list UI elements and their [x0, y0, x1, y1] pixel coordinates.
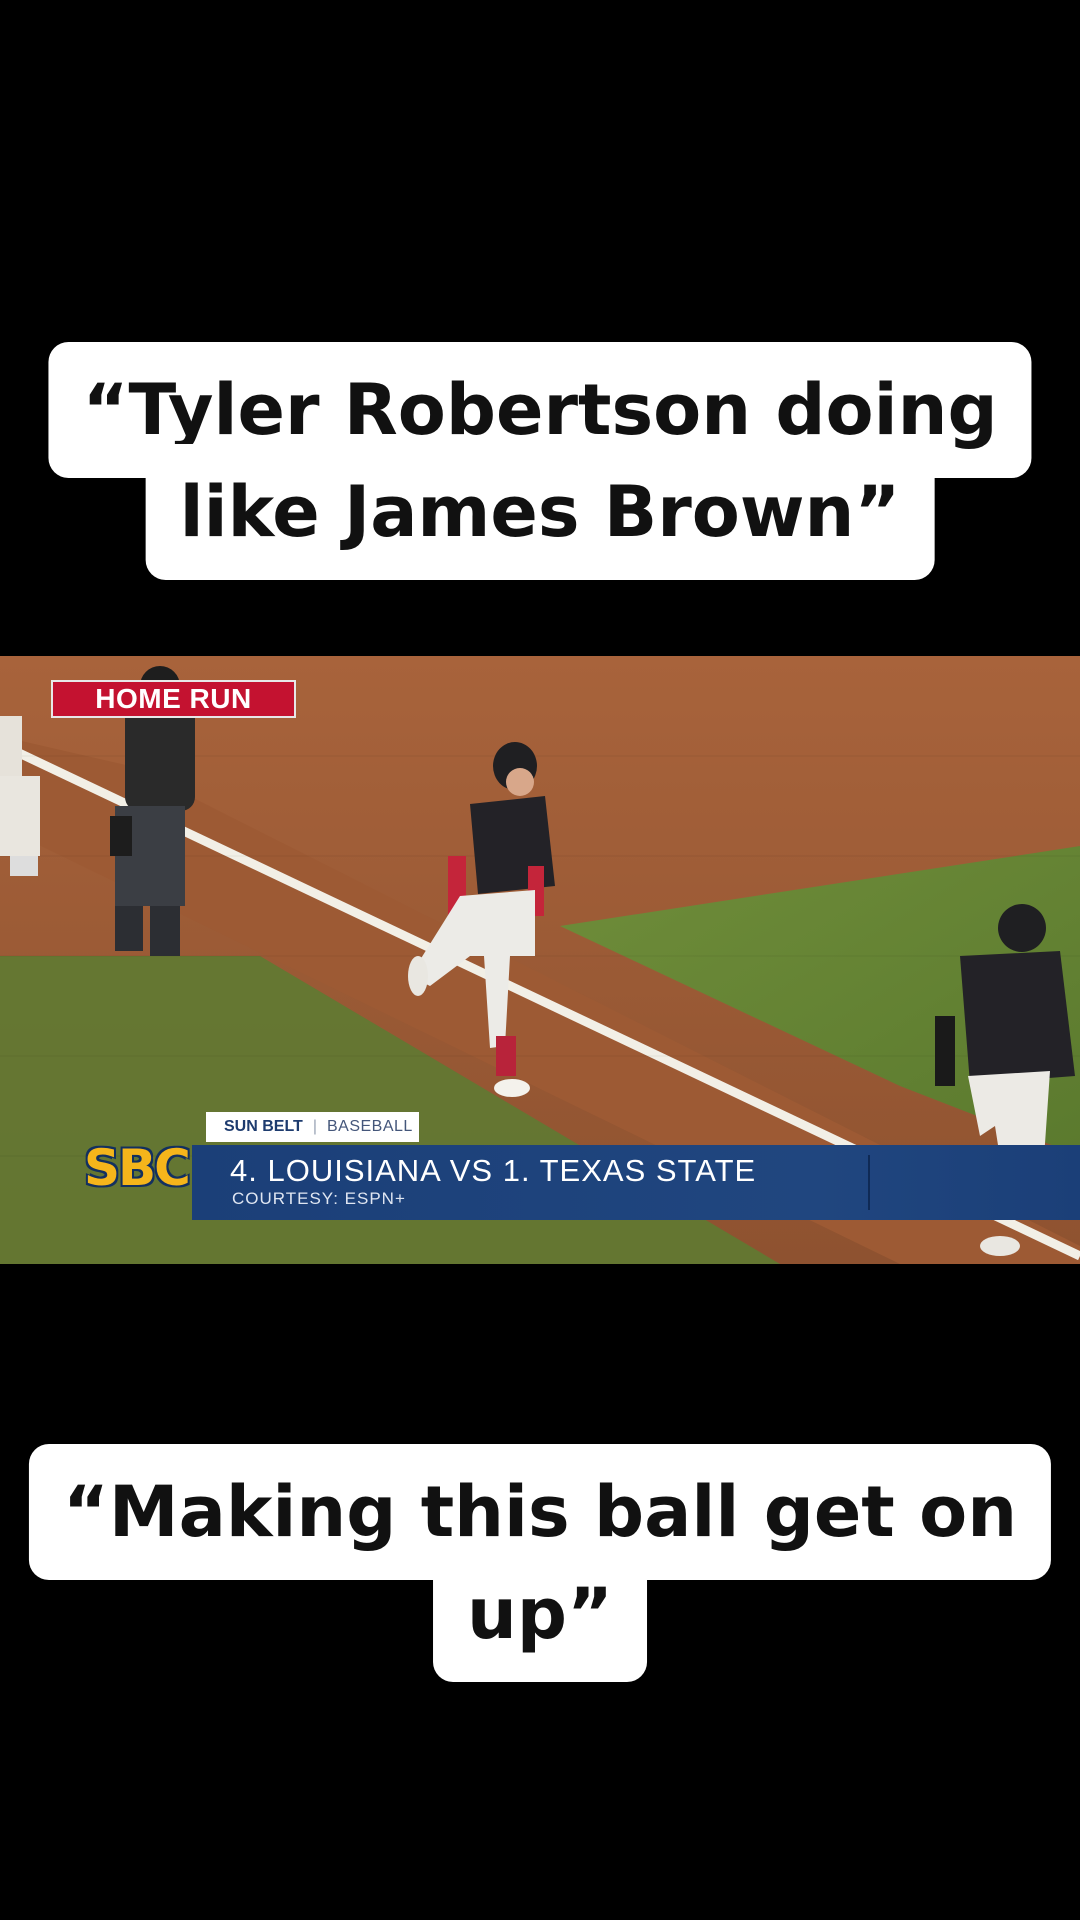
sport-label: BASEBALL: [326, 1118, 413, 1135]
home-run-badge: HOME RUN: [51, 680, 296, 718]
sbc-logo: SBC: [84, 1139, 191, 1197]
conference-label: SUN BELT: [224, 1118, 303, 1135]
video-player[interactable]: HOME RUN SUN BELT | BASEBALL 4. LOUISIAN…: [0, 656, 1080, 1264]
tag-divider: |: [312, 1118, 317, 1135]
score-lower-third: 4. LOUISIANA VS 1. TEXAS STATE COURTESY:…: [192, 1145, 1080, 1220]
lower-third-divider: [868, 1155, 870, 1210]
top-caption-line-2: like James Brown”: [145, 444, 935, 580]
matchup-title: 4. LOUISIANA VS 1. TEXAS STATE: [230, 1153, 757, 1188]
conference-tag: SUN BELT | BASEBALL: [206, 1112, 419, 1142]
courtesy-label: COURTESY: ESPN+: [232, 1189, 406, 1208]
bottom-caption-line-2: up”: [433, 1546, 647, 1682]
